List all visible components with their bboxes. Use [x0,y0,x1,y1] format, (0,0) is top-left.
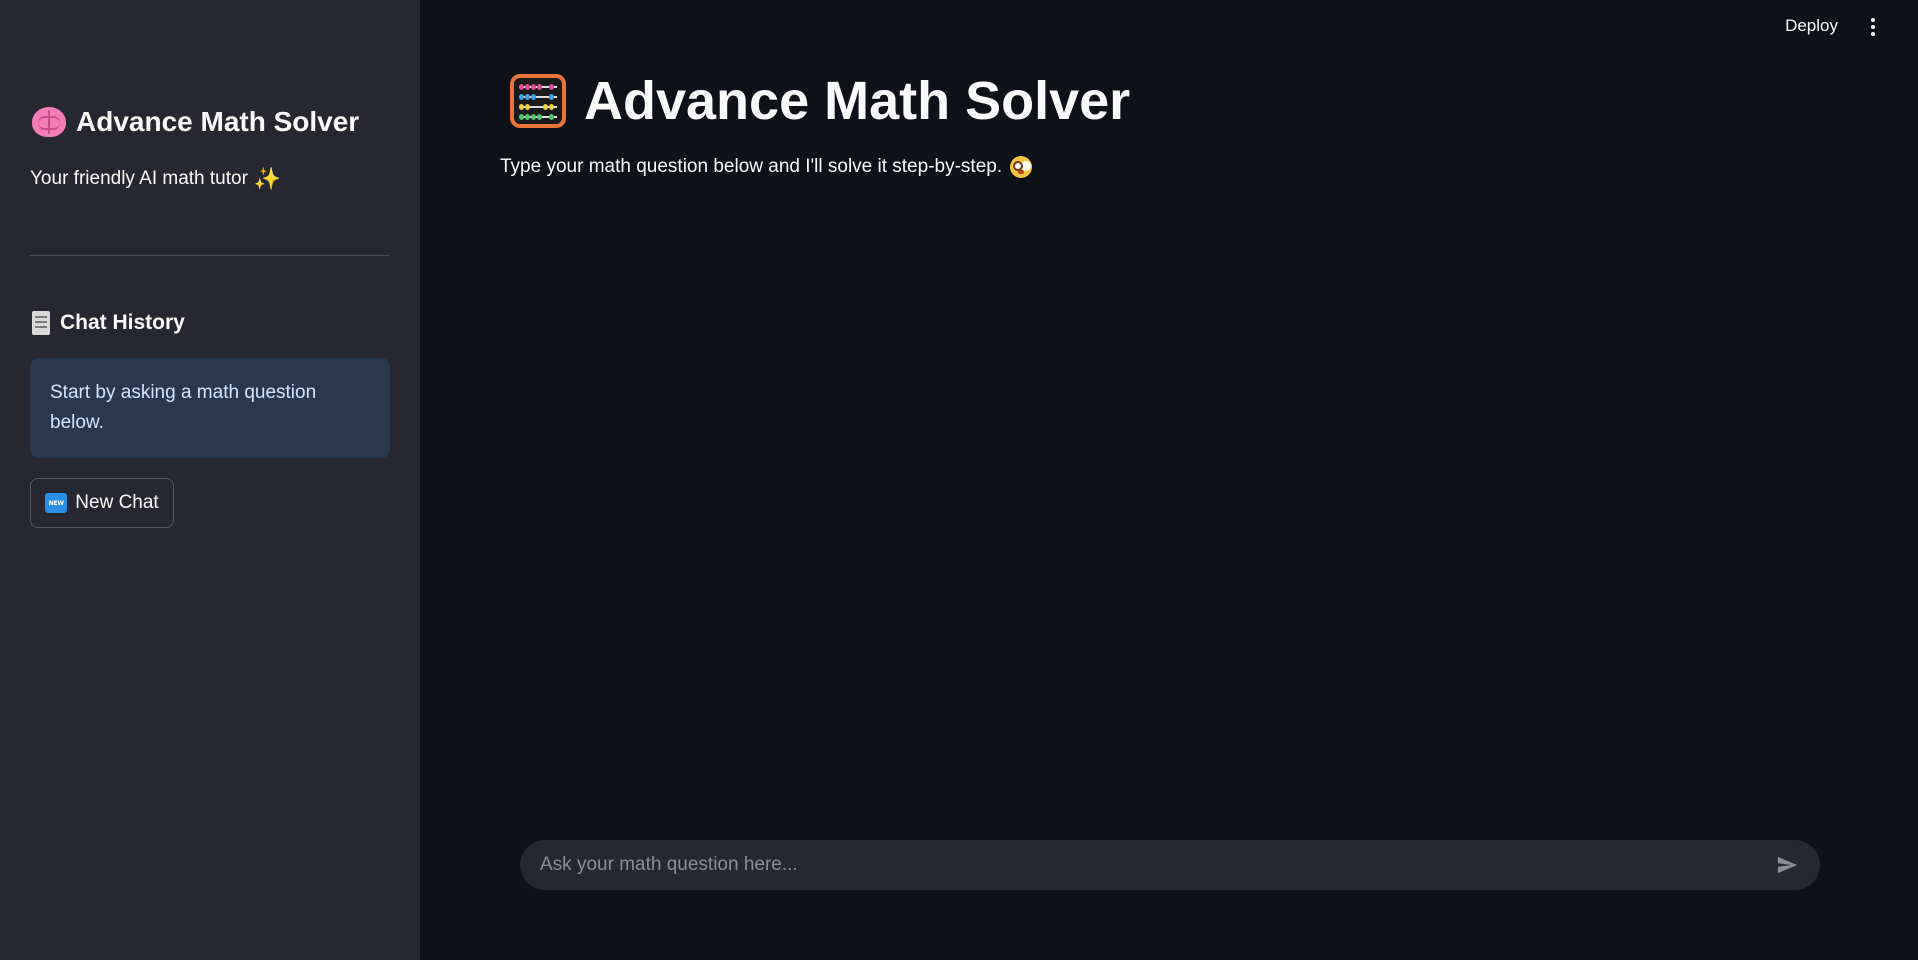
sidebar-subtitle-text: Your friendly AI math tutor [30,168,248,189]
chat-history-heading: Chat History [32,311,185,335]
app-root: Advance Math Solver Your friendly AI mat… [0,0,1918,960]
chat-input[interactable] [540,854,1774,876]
chat-history-heading-text: Chat History [60,311,185,334]
scroll-icon [32,311,50,335]
new-chat-button[interactable]: NEW New Chat [30,478,174,528]
page-subtitle-text: Type your math question below and I'll s… [500,156,1003,177]
send-icon[interactable] [1774,854,1800,876]
chat-history-info-box: Start by asking a math question below. [30,358,390,458]
sidebar: Advance Math Solver Your friendly AI mat… [0,0,420,960]
menu-dot [1871,25,1875,29]
more-vertical-icon[interactable] [1870,18,1876,36]
sidebar-subtitle: Your friendly AI math tutor ✨ [30,166,281,192]
new-badge-icon: NEW [45,493,68,513]
flushed-face-icon [1010,156,1033,178]
sidebar-title: Advance Math Solver [32,106,359,138]
chat-input-container [520,840,1820,890]
sidebar-divider [30,255,390,256]
main-content: Deploy Advance Math Solver Type your mat… [420,0,1918,960]
page-title-text: Advance Math Solver [584,71,1131,131]
deploy-button[interactable]: Deploy [1785,16,1838,36]
abacus-icon [510,74,566,128]
new-chat-label: New Chat [75,492,159,513]
sidebar-title-text: Advance Math Solver [76,106,360,137]
page-subtitle: Type your math question below and I'll s… [500,156,1033,178]
brain-icon [32,107,66,137]
menu-dot [1871,32,1875,36]
page-title: Advance Math Solver [510,70,1130,132]
sparkles-icon: ✨ [253,166,282,191]
menu-dot [1871,18,1875,22]
